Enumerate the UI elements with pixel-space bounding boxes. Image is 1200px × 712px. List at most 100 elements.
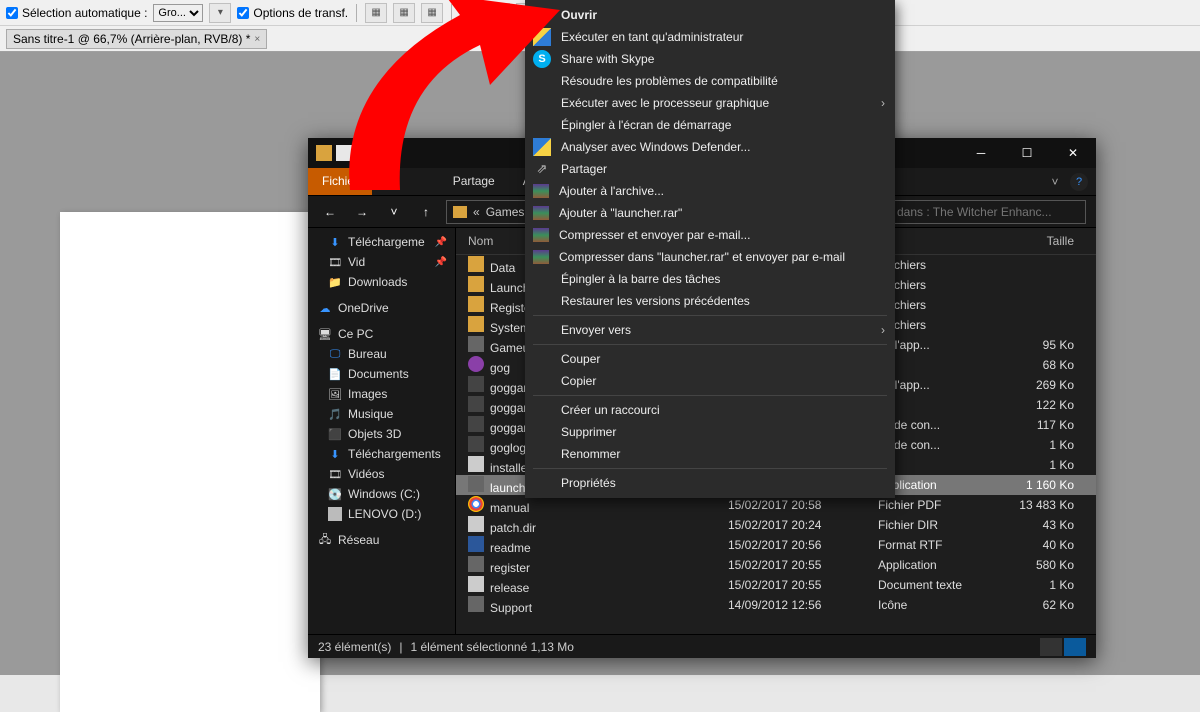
ctx-run-as-admin[interactable]: Exécuter en tant qu'administrateur — [525, 26, 895, 48]
file-type: de l'app... — [878, 378, 1008, 392]
back-button[interactable]: ← — [318, 200, 342, 224]
ctx-copy[interactable]: Copier — [525, 370, 895, 392]
nav-onedrive[interactable]: ☁OneDrive — [308, 298, 455, 318]
nav-pane[interactable]: ⬇Téléchargeme📌 🎞Vid📌 📁Downloads ☁OneDriv… — [308, 228, 456, 634]
pin-icon: 📌 — [435, 257, 447, 268]
document-tab[interactable]: Sans titre-1 @ 66,7% (Arrière-plan, RVB/… — [6, 29, 267, 49]
ctx-cut[interactable]: Couper — [525, 348, 895, 370]
minimize-button[interactable]: ─ — [958, 138, 1004, 168]
file-row[interactable]: readme15/02/2017 20:56Format RTF40 Ko — [456, 535, 1096, 555]
dropdown-arrow-icon[interactable]: ▾ — [209, 3, 231, 23]
column-size[interactable]: Taille — [1008, 234, 1088, 248]
canvas[interactable] — [60, 212, 320, 712]
ctx-add-rar[interactable]: Ajouter à "launcher.rar" — [525, 202, 895, 224]
view-icons-button[interactable] — [1064, 638, 1086, 656]
ctx-add-archive[interactable]: Ajouter à l'archive... — [525, 180, 895, 202]
pin-icon: 📌 — [435, 237, 447, 248]
ctx-open[interactable]: Ouvrir — [525, 4, 895, 26]
documents-icon: 📄 — [328, 367, 342, 381]
distribute-1-icon[interactable]: ⊟ — [460, 3, 482, 23]
nav-drive-d[interactable]: LENOVO (D:) — [308, 504, 455, 524]
ctx-gpu[interactable]: Exécuter avec le processeur graphique› — [525, 92, 895, 114]
nav-objects3d[interactable]: ⬛Objets 3D — [308, 424, 455, 444]
ribbon-collapse-icon[interactable]: ˅ — [1040, 168, 1070, 195]
folder-icon: 📁 — [328, 275, 342, 289]
file-type: Document texte — [878, 578, 1008, 592]
ctx-compat[interactable]: Résoudre les problèmes de compatibilité — [525, 70, 895, 92]
nav-documents[interactable]: 📄Documents — [308, 364, 455, 384]
nav-item-downloads2[interactable]: 📁Downloads — [308, 272, 455, 292]
search-input[interactable] — [876, 200, 1086, 224]
distribute-2-icon[interactable]: ⊟ — [488, 3, 510, 23]
ctx-sendto[interactable]: Envoyer vers› — [525, 319, 895, 341]
auto-select-dropdown[interactable]: Gro... — [153, 4, 203, 22]
ctx-delete[interactable]: Supprimer — [525, 421, 895, 443]
nav-drive-c[interactable]: 💽Windows (C:) — [308, 484, 455, 504]
file-name: register — [490, 561, 530, 575]
separator — [356, 4, 357, 22]
file-row[interactable]: release15/02/2017 20:55Document texte1 K… — [456, 575, 1096, 595]
file-size: 40 Ko — [1008, 538, 1088, 552]
nav-downloads3[interactable]: ⬇Téléchargements — [308, 444, 455, 464]
ribbon-tab-share[interactable]: Partage — [439, 168, 509, 195]
close-button[interactable]: ✕ — [1050, 138, 1096, 168]
submenu-arrow-icon: › — [881, 323, 885, 337]
file-icon — [468, 576, 484, 592]
forward-button[interactable]: → — [350, 200, 374, 224]
up-button[interactable]: ↑ — [414, 200, 438, 224]
file-name: goglog — [490, 441, 526, 455]
ctx-compress-mail[interactable]: Compresser et envoyer par e-mail... — [525, 224, 895, 246]
ctx-rename[interactable]: Renommer — [525, 443, 895, 465]
file-icon — [468, 596, 484, 612]
help-icon[interactable]: ? — [1070, 173, 1088, 191]
nav-images[interactable]: 🖼Images — [308, 384, 455, 404]
winrar-icon — [533, 250, 549, 264]
ctx-shortcut[interactable]: Créer un raccourci — [525, 399, 895, 421]
nav-videos2[interactable]: 🎞Vidéos — [308, 464, 455, 484]
ctx-defender[interactable]: Analyser avec Windows Defender... — [525, 136, 895, 158]
file-row[interactable]: patch.dir15/02/2017 20:24Fichier DIR43 K… — [456, 515, 1096, 535]
view-details-button[interactable] — [1040, 638, 1062, 656]
qat-icon[interactable] — [356, 145, 372, 161]
skype-icon: S — [533, 50, 551, 68]
history-dropdown-icon[interactable]: ˅ — [382, 200, 406, 224]
file-icon — [468, 396, 484, 412]
auto-select-box[interactable] — [6, 7, 18, 19]
ctx-properties[interactable]: Propriétés — [525, 472, 895, 494]
ctx-skype[interactable]: SShare with Skype — [525, 48, 895, 70]
ribbon-tab-file[interactable]: Fichier — [308, 168, 372, 195]
align-left-icon[interactable]: ▦ — [365, 3, 387, 23]
transform-options-box[interactable] — [237, 7, 249, 19]
nav-music[interactable]: 🎵Musique — [308, 404, 455, 424]
nav-item-downloads[interactable]: ⬇Téléchargeme📌 — [308, 232, 455, 252]
ctx-pin-taskbar[interactable]: Épingler à la barre des tâches — [525, 268, 895, 290]
align-center-icon[interactable]: ▦ — [393, 3, 415, 23]
nav-this-pc[interactable]: 🖥Ce PC — [308, 324, 455, 344]
column-type[interactable] — [878, 234, 1008, 248]
file-date: 15/02/2017 20:55 — [728, 558, 878, 572]
ctx-pin-start[interactable]: Épingler à l'écran de démarrage — [525, 114, 895, 136]
ctx-restore[interactable]: Restaurer les versions précédentes — [525, 290, 895, 312]
transform-options-checkbox[interactable]: Options de transf. — [237, 6, 348, 20]
close-tab-icon[interactable]: × — [254, 34, 260, 45]
ctx-compress-rar-mail[interactable]: Compresser dans "launcher.rar" et envoye… — [525, 246, 895, 268]
file-row[interactable]: register15/02/2017 20:55Application580 K… — [456, 555, 1096, 575]
ctx-share[interactable]: ⇗Partager — [525, 158, 895, 180]
images-icon: 🖼 — [328, 387, 342, 401]
nav-item-videos[interactable]: 🎞Vid📌 — [308, 252, 455, 272]
auto-select-checkbox[interactable]: Sélection automatique : — [6, 6, 147, 20]
file-size: 580 Ko — [1008, 558, 1088, 572]
file-size: 1 Ko — [1008, 438, 1088, 452]
folder-icon — [316, 145, 332, 161]
breadcrumb-chevron-icon[interactable]: « — [473, 205, 480, 219]
align-right-icon[interactable]: ▦ — [421, 3, 443, 23]
qat-icon[interactable] — [336, 145, 352, 161]
nav-network[interactable]: 🖧Réseau — [308, 530, 455, 550]
breadcrumb-item[interactable]: Games — [486, 205, 525, 219]
file-row[interactable]: Support14/09/2012 12:56Icône62 Ko — [456, 595, 1096, 615]
maximize-button[interactable]: ☐ — [1004, 138, 1050, 168]
nav-desktop[interactable]: 🖵Bureau — [308, 344, 455, 364]
separator — [451, 4, 452, 22]
file-row[interactable]: manual15/02/2017 20:58Fichier PDF13 483 … — [456, 495, 1096, 515]
network-icon: 🖧 — [318, 533, 332, 547]
